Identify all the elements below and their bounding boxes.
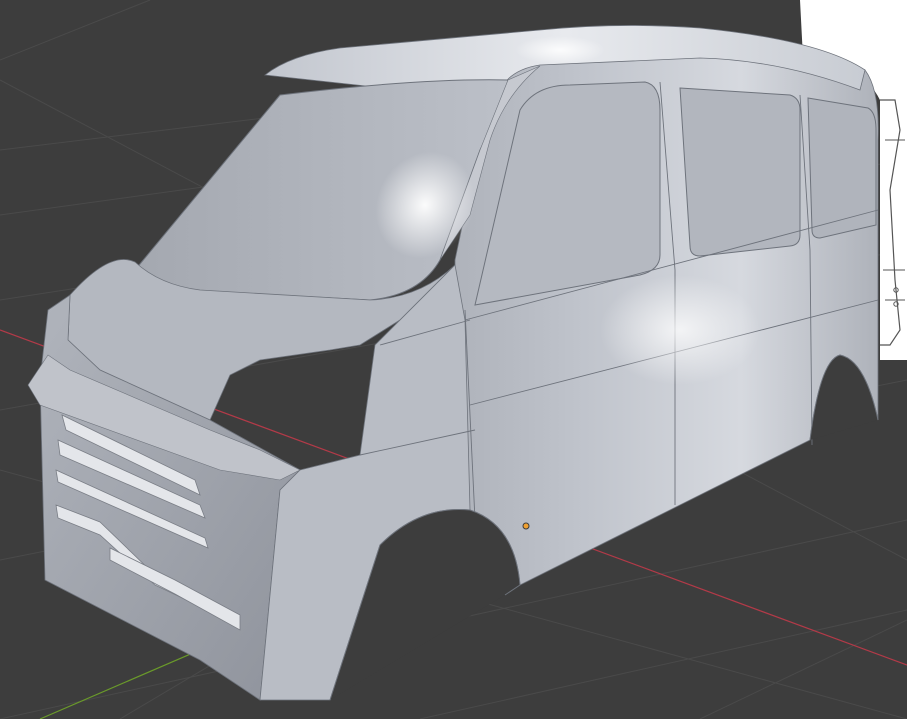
roof-highlight xyxy=(515,36,605,64)
viewport-canvas[interactable] xyxy=(0,0,907,719)
object-origin-dot[interactable] xyxy=(522,522,530,530)
rear-door-window xyxy=(679,87,801,257)
side-highlight xyxy=(600,275,760,385)
3d-viewport[interactable] xyxy=(0,0,907,719)
van-body-mesh[interactable] xyxy=(27,25,879,701)
rear-quarter-window xyxy=(807,97,877,239)
